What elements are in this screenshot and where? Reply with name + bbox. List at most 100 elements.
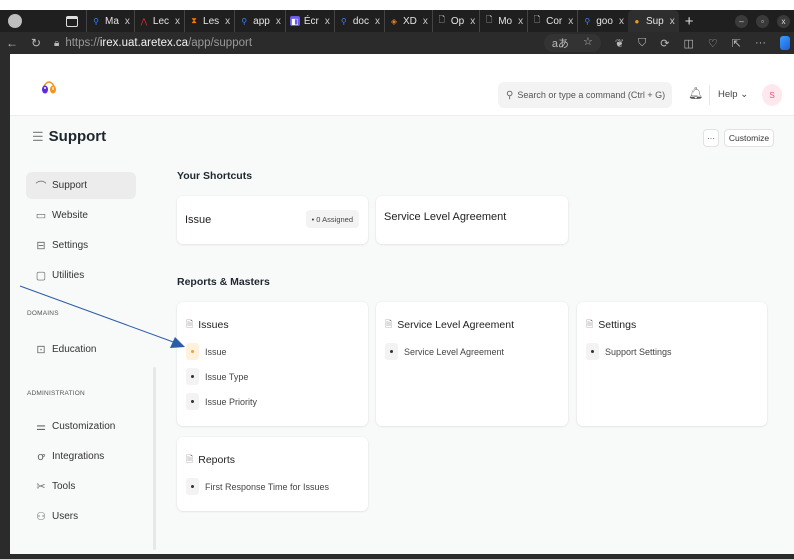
sidebar-section-administration: ADMINISTRATION bbox=[27, 390, 85, 397]
sidebar-item-users[interactable]: ⚇ Users bbox=[26, 503, 136, 530]
browser-tab[interactable]: 🗋︎ Cor x bbox=[527, 10, 577, 32]
favorite-star-icon[interactable]: ☆ bbox=[583, 35, 593, 51]
lock-icon[interactable]: 🔒︎ bbox=[54, 38, 59, 49]
read-aloud-icon[interactable]: aあ bbox=[552, 35, 569, 51]
refresh-icon[interactable]: ↻ bbox=[24, 36, 48, 50]
share-icon[interactable]: ⇱ bbox=[732, 37, 741, 50]
help-dropdown[interactable]: Help ⌄ bbox=[718, 89, 748, 100]
link-label: Issue bbox=[205, 346, 227, 357]
shortcut-card-issue[interactable]: Issue • 0 Assigned bbox=[177, 196, 368, 244]
browser-tab[interactable]: ⚲ goo x bbox=[577, 10, 628, 32]
close-window-button[interactable]: x bbox=[777, 14, 790, 28]
shield-icon[interactable]: ⛉ bbox=[638, 37, 646, 50]
tab-close-icon[interactable]: x bbox=[125, 16, 130, 27]
browser-tab[interactable]: ⚲ app x bbox=[234, 10, 285, 32]
link-issue-type[interactable]: Issue Type bbox=[186, 368, 248, 385]
tab-close-icon[interactable]: x bbox=[325, 16, 330, 27]
minimize-button[interactable]: – bbox=[735, 14, 748, 28]
web-page: ⚲ Search or type a command (Ctrl + G) 🔔︎… bbox=[10, 54, 794, 554]
sidebar-item-integrations[interactable]: ꝍ Integrations bbox=[26, 443, 136, 470]
tab-close-icon[interactable]: x bbox=[225, 16, 230, 27]
browser-tab[interactable]: 🗋︎ Mo x bbox=[479, 10, 527, 32]
tab-label: Ma bbox=[105, 15, 119, 27]
card-title-text: Reports bbox=[198, 454, 236, 466]
hamburger-menu-icon[interactable]: ☰ bbox=[32, 129, 44, 145]
extension-icon[interactable]: ❦ bbox=[615, 37, 624, 50]
new-tab-button[interactable]: + bbox=[685, 13, 694, 30]
report-card-settings: 🗎︎ Settings Support Settings bbox=[577, 302, 767, 426]
tab-label: Mo bbox=[498, 15, 513, 27]
tab-close-icon[interactable]: x bbox=[568, 16, 573, 27]
hourglass-icon: ⧗ bbox=[191, 16, 197, 25]
favorites-icon[interactable]: ♡ bbox=[708, 37, 718, 50]
maximize-button[interactable]: ▫ bbox=[756, 14, 769, 28]
search-input[interactable]: ⚲ Search or type a command (Ctrl + G) bbox=[498, 82, 672, 108]
profile-avatar-icon[interactable] bbox=[8, 14, 22, 28]
tab-label: Écr bbox=[303, 15, 319, 27]
shortcut-card-sla[interactable]: Service Level Agreement bbox=[376, 196, 568, 244]
support-logo-icon: ● bbox=[634, 16, 640, 26]
bullet-icon bbox=[586, 343, 599, 360]
browser-tab[interactable]: ⧗ Les x bbox=[184, 10, 234, 32]
sidebar-item-tools[interactable]: ✂ Tools bbox=[26, 473, 136, 500]
tab-actions-icon[interactable] bbox=[66, 15, 78, 27]
tab-label: app bbox=[253, 15, 270, 27]
sidebar-item-label: Education bbox=[52, 344, 97, 355]
browser-tab[interactable]: ⚲ doc x bbox=[333, 10, 384, 32]
sidebar-item-settings[interactable]: ⊟ Settings bbox=[26, 232, 136, 259]
link-label: Issue Type bbox=[205, 371, 249, 382]
tab-close-icon[interactable]: x bbox=[375, 16, 380, 27]
copilot-icon[interactable] bbox=[780, 36, 790, 50]
customize-button[interactable]: Customize bbox=[724, 129, 774, 147]
tab-close-icon[interactable]: x bbox=[670, 16, 675, 27]
url-field[interactable]: 🔒︎ https://irex.uat.aretex.ca/app/suppor… bbox=[54, 34, 424, 52]
tab-close-icon[interactable]: x bbox=[518, 16, 523, 27]
tab-close-icon[interactable]: x bbox=[619, 16, 624, 27]
top-strip bbox=[0, 0, 794, 10]
help-label: Help bbox=[718, 89, 738, 100]
browser-tab[interactable]: ◈ XD x bbox=[383, 10, 432, 32]
link-issue-priority[interactable]: Issue Priority bbox=[186, 393, 257, 410]
sidebar-item-utilities[interactable]: ▢ Utilities bbox=[26, 262, 136, 289]
extensions-puzzle-icon[interactable]: ⟳ bbox=[660, 37, 669, 50]
more-actions-button[interactable]: ··· bbox=[703, 129, 719, 147]
sidebar-item-education[interactable]: ⊡ Education bbox=[26, 336, 136, 363]
window-frame bbox=[0, 54, 10, 559]
tab-close-icon[interactable]: x bbox=[276, 16, 281, 27]
back-icon[interactable]: ← bbox=[0, 36, 24, 50]
card-title-text: Service Level Agreement bbox=[397, 319, 514, 331]
link-label: Issue Priority bbox=[205, 396, 258, 407]
link-issue[interactable]: Issue bbox=[186, 343, 227, 360]
tab-label: Les bbox=[203, 15, 220, 27]
app-navbar: ⚲ Search or type a command (Ctrl + G) 🔔︎… bbox=[10, 54, 794, 116]
document-icon: 🗎︎ bbox=[186, 319, 194, 329]
tools-icon: ✂ bbox=[36, 481, 46, 493]
tab-close-icon[interactable]: x bbox=[175, 16, 180, 27]
sidebar-item-support[interactable]: ⌒ Support bbox=[26, 172, 136, 199]
browser-tab[interactable]: ◧ Écr x bbox=[284, 10, 334, 32]
link-service-level-agreement[interactable]: Service Level Agreement bbox=[385, 343, 504, 360]
link-support-settings[interactable]: Support Settings bbox=[586, 343, 672, 360]
sidebar-item-website[interactable]: ▭ Website bbox=[26, 202, 136, 229]
window-controls: – ▫ x bbox=[735, 14, 790, 28]
user-avatar[interactable]: S bbox=[762, 84, 782, 106]
document-icon: 🗎︎ bbox=[186, 454, 194, 464]
tab-label: Sup bbox=[645, 15, 664, 27]
browser-tab[interactable]: ● Sup x bbox=[627, 10, 679, 32]
more-menu-icon[interactable]: ··· bbox=[755, 37, 766, 49]
split-screen-icon[interactable]: ◫ bbox=[684, 37, 694, 50]
url-host: irex.uat.aretex.ca bbox=[99, 37, 189, 49]
notification-bell-icon[interactable]: 🔔︎ bbox=[688, 86, 703, 100]
link-first-response-time[interactable]: First Response Time for Issues bbox=[186, 478, 329, 495]
sidebar-scrollbar[interactable] bbox=[153, 367, 156, 550]
browser-tab-bar: ⚲ Ma x ⋀ Lec x ⧗ Les x ⚲ app x ◧ Écr x ⚲ doc x ◈ XD x 🗋︎ Op x 🗋︎… bbox=[0, 10, 794, 32]
sidebar-item-customization[interactable]: ⚌ Customization bbox=[26, 413, 136, 440]
browser-tab[interactable]: 🗋︎ Op x bbox=[431, 10, 479, 32]
tab-close-icon[interactable]: x bbox=[470, 16, 475, 27]
search-placeholder: Search or type a command (Ctrl + G) bbox=[517, 90, 666, 100]
tab-close-icon[interactable]: x bbox=[423, 16, 428, 27]
window-frame-bottom bbox=[0, 554, 794, 559]
app-logo-icon[interactable] bbox=[40, 79, 58, 95]
browser-tab[interactable]: ⚲ Ma x bbox=[86, 10, 134, 32]
browser-tab[interactable]: ⋀ Lec x bbox=[133, 10, 184, 32]
